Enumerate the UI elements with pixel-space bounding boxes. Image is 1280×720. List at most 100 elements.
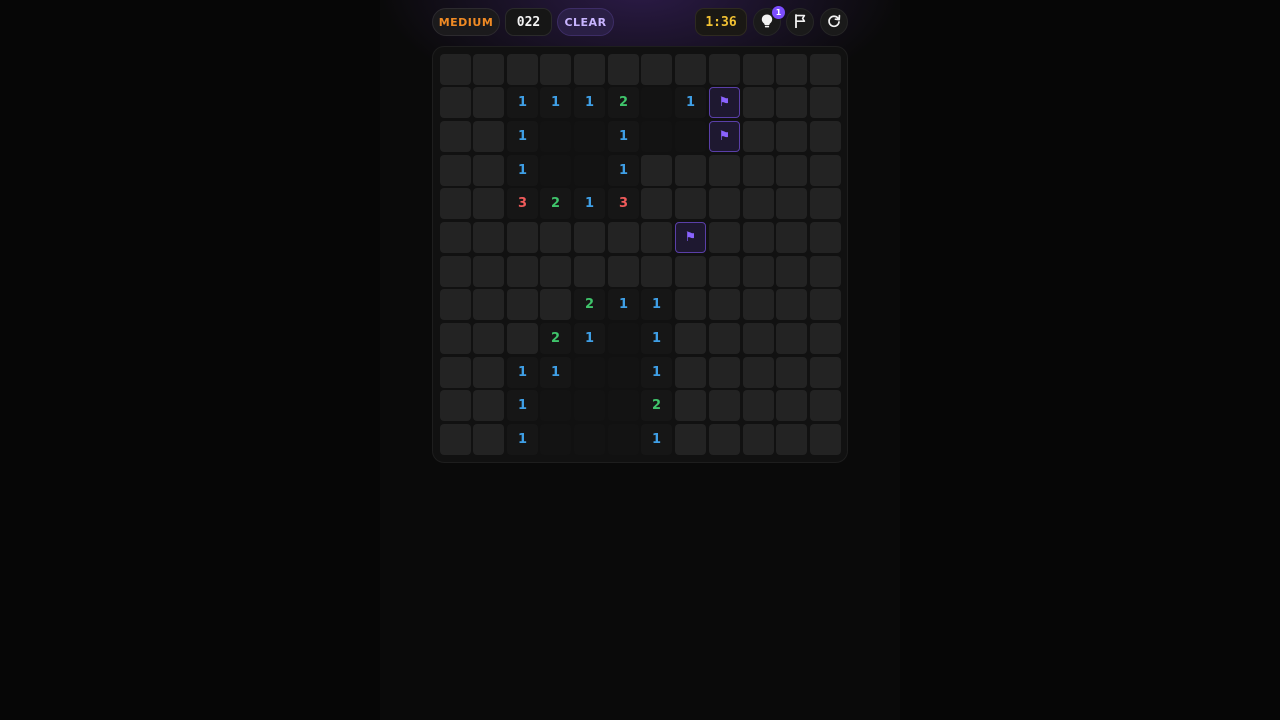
hidden-cell[interactable] xyxy=(709,222,740,253)
hidden-cell[interactable] xyxy=(608,222,639,253)
hidden-cell[interactable] xyxy=(709,188,740,219)
hidden-cell[interactable] xyxy=(776,424,807,455)
hidden-cell[interactable] xyxy=(440,289,471,320)
hidden-cell[interactable] xyxy=(810,289,841,320)
hidden-cell[interactable] xyxy=(743,222,774,253)
hidden-cell[interactable] xyxy=(675,289,706,320)
number-cell[interactable]: 2 xyxy=(540,323,571,354)
flagged-cell[interactable]: ⚑ xyxy=(709,121,740,152)
hidden-cell[interactable] xyxy=(810,357,841,388)
hidden-cell[interactable] xyxy=(810,323,841,354)
hidden-cell[interactable] xyxy=(641,54,672,85)
hidden-cell[interactable] xyxy=(440,155,471,186)
hidden-cell[interactable] xyxy=(473,87,504,118)
hidden-cell[interactable] xyxy=(709,323,740,354)
number-cell[interactable]: 2 xyxy=(608,87,639,118)
revealed-cell[interactable] xyxy=(608,357,639,388)
hidden-cell[interactable] xyxy=(473,222,504,253)
number-cell[interactable]: 1 xyxy=(540,87,571,118)
revealed-cell[interactable] xyxy=(675,121,706,152)
hidden-cell[interactable] xyxy=(743,155,774,186)
revealed-cell[interactable] xyxy=(608,390,639,421)
number-cell[interactable]: 1 xyxy=(507,357,538,388)
hidden-cell[interactable] xyxy=(507,289,538,320)
number-cell[interactable]: 2 xyxy=(574,289,605,320)
hidden-cell[interactable] xyxy=(440,121,471,152)
revealed-cell[interactable] xyxy=(574,357,605,388)
restart-button[interactable] xyxy=(820,8,848,36)
hidden-cell[interactable] xyxy=(440,256,471,287)
number-cell[interactable]: 3 xyxy=(608,188,639,219)
hidden-cell[interactable] xyxy=(776,155,807,186)
hidden-cell[interactable] xyxy=(540,289,571,320)
hidden-cell[interactable] xyxy=(675,323,706,354)
hidden-cell[interactable] xyxy=(574,54,605,85)
revealed-cell[interactable] xyxy=(540,155,571,186)
hidden-cell[interactable] xyxy=(473,323,504,354)
number-cell[interactable]: 1 xyxy=(641,323,672,354)
hidden-cell[interactable] xyxy=(675,390,706,421)
hidden-cell[interactable] xyxy=(473,121,504,152)
number-cell[interactable]: 1 xyxy=(507,155,538,186)
hidden-cell[interactable] xyxy=(440,424,471,455)
hidden-cell[interactable] xyxy=(440,323,471,354)
hidden-cell[interactable] xyxy=(440,188,471,219)
hidden-cell[interactable] xyxy=(810,390,841,421)
hidden-cell[interactable] xyxy=(743,323,774,354)
hidden-cell[interactable] xyxy=(810,188,841,219)
hidden-cell[interactable] xyxy=(709,289,740,320)
difficulty-selector[interactable]: MEDIUM xyxy=(432,8,500,36)
hidden-cell[interactable] xyxy=(810,256,841,287)
hidden-cell[interactable] xyxy=(776,54,807,85)
hidden-cell[interactable] xyxy=(776,222,807,253)
hidden-cell[interactable] xyxy=(810,155,841,186)
hidden-cell[interactable] xyxy=(473,357,504,388)
revealed-cell[interactable] xyxy=(574,121,605,152)
number-cell[interactable]: 1 xyxy=(574,188,605,219)
hidden-cell[interactable] xyxy=(540,54,571,85)
hidden-cell[interactable] xyxy=(507,323,538,354)
hidden-cell[interactable] xyxy=(776,256,807,287)
hidden-cell[interactable] xyxy=(743,188,774,219)
revealed-cell[interactable] xyxy=(574,424,605,455)
number-cell[interactable]: 1 xyxy=(675,87,706,118)
number-cell[interactable]: 1 xyxy=(574,87,605,118)
flagged-cell[interactable]: ⚑ xyxy=(709,87,740,118)
hidden-cell[interactable] xyxy=(776,357,807,388)
hidden-cell[interactable] xyxy=(743,54,774,85)
hidden-cell[interactable] xyxy=(743,256,774,287)
number-cell[interactable]: 1 xyxy=(641,424,672,455)
hidden-cell[interactable] xyxy=(440,222,471,253)
number-cell[interactable]: 1 xyxy=(574,323,605,354)
hidden-cell[interactable] xyxy=(675,54,706,85)
hidden-cell[interactable] xyxy=(507,256,538,287)
revealed-cell[interactable] xyxy=(641,87,672,118)
hidden-cell[interactable] xyxy=(709,256,740,287)
hidden-cell[interactable] xyxy=(473,289,504,320)
hidden-cell[interactable] xyxy=(473,256,504,287)
hidden-cell[interactable] xyxy=(776,87,807,118)
hidden-cell[interactable] xyxy=(440,54,471,85)
hidden-cell[interactable] xyxy=(473,188,504,219)
hidden-cell[interactable] xyxy=(709,54,740,85)
revealed-cell[interactable] xyxy=(608,323,639,354)
number-cell[interactable]: 3 xyxy=(507,188,538,219)
hidden-cell[interactable] xyxy=(776,390,807,421)
number-cell[interactable]: 1 xyxy=(507,424,538,455)
hidden-cell[interactable] xyxy=(641,256,672,287)
revealed-cell[interactable] xyxy=(540,424,571,455)
hidden-cell[interactable] xyxy=(641,188,672,219)
hidden-cell[interactable] xyxy=(641,222,672,253)
hidden-cell[interactable] xyxy=(675,155,706,186)
hidden-cell[interactable] xyxy=(608,256,639,287)
hidden-cell[interactable] xyxy=(574,256,605,287)
hidden-cell[interactable] xyxy=(743,424,774,455)
hidden-cell[interactable] xyxy=(540,222,571,253)
hidden-cell[interactable] xyxy=(709,155,740,186)
hidden-cell[interactable] xyxy=(473,390,504,421)
hidden-cell[interactable] xyxy=(675,424,706,455)
hidden-cell[interactable] xyxy=(641,155,672,186)
hidden-cell[interactable] xyxy=(675,188,706,219)
hint-button[interactable]: 1 xyxy=(753,6,785,36)
hidden-cell[interactable] xyxy=(743,357,774,388)
